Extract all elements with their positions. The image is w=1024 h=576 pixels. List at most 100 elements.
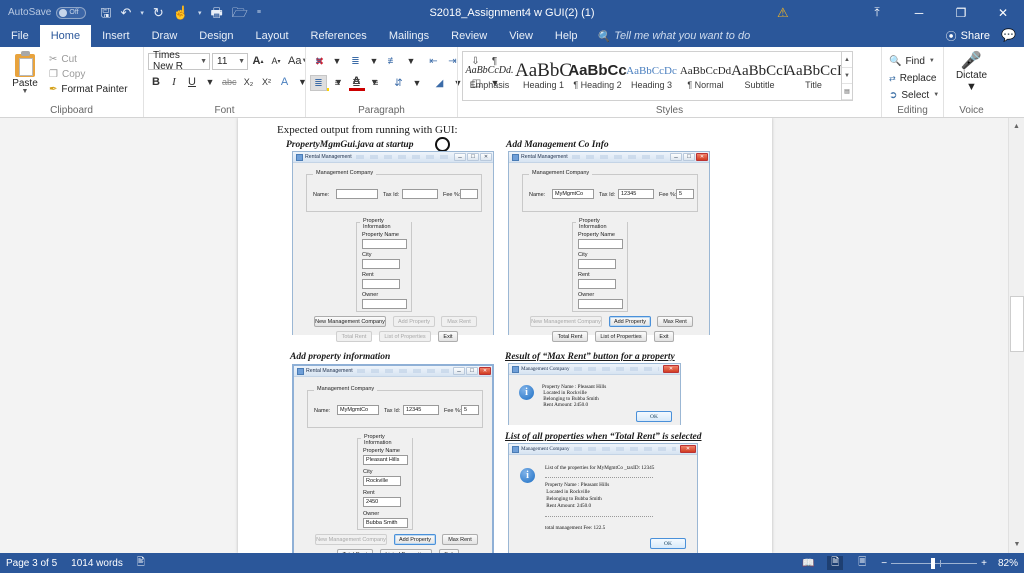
input-mgmt-name[interactable] — [336, 189, 378, 199]
spell-check-icon[interactable]: 🖹 — [137, 555, 145, 572]
shading-icon[interactable]: ◢ — [431, 75, 448, 91]
ribbon-display-options-icon[interactable]: ⤒ — [856, 5, 898, 20]
minimize-icon[interactable]: ⚊ — [453, 367, 465, 375]
save-icon[interactable]: 🖫 — [100, 6, 111, 19]
document-canvas[interactable]: Expected output from running with GUI: P… — [0, 118, 1008, 553]
input-rent[interactable]: 2450 — [363, 497, 401, 507]
shrink-font-button[interactable]: A ▾ — [268, 53, 284, 70]
grow-font-button[interactable]: A ▴ — [250, 53, 266, 70]
copy-button[interactable]: ❐ Copy — [46, 67, 131, 82]
tab-review[interactable]: Review — [440, 25, 498, 47]
zoom-track[interactable] — [891, 557, 978, 569]
style-emphasis[interactable]: AaBbCcDd. Emphasis — [463, 52, 517, 100]
zoom-slider[interactable]: − + — [881, 557, 987, 569]
scrollbar-thumb[interactable] — [1010, 296, 1024, 352]
bold-button[interactable]: B — [148, 74, 164, 91]
button-add-property[interactable]: Add Property — [393, 316, 435, 327]
italic-button[interactable]: I — [166, 74, 182, 91]
tab-references[interactable]: References — [300, 25, 378, 47]
font-size-box[interactable]: 11 ▼ — [212, 52, 248, 70]
button-exit[interactable]: Exit — [438, 331, 458, 342]
undo-dropdown-icon[interactable]: ▾ — [140, 9, 144, 17]
minimize-button[interactable]: ─ — [898, 6, 940, 20]
style-heading-2[interactable]: AaBbCc ¶ Heading 2 — [568, 52, 626, 100]
button-list-of-properties[interactable]: List of Properties — [379, 331, 431, 342]
strikethrough-button[interactable]: abc — [220, 74, 239, 91]
input-property-name[interactable] — [578, 239, 623, 249]
button-new-management-company[interactable]: New Management Company — [315, 534, 387, 545]
close-icon[interactable]: ✕ — [479, 367, 491, 375]
maximize-icon[interactable]: ☐ — [466, 367, 478, 375]
tab-view[interactable]: View — [498, 25, 544, 47]
maximize-icon[interactable]: ☐ — [683, 153, 695, 161]
touch-dropdown-icon[interactable]: ▾ — [198, 9, 202, 17]
close-icon[interactable]: ✕ — [663, 365, 679, 373]
bullets-dropdown-icon[interactable]: ▼ — [329, 53, 345, 70]
close-button[interactable]: ✕ — [982, 6, 1024, 20]
input-owner[interactable] — [578, 299, 623, 309]
minimize-icon[interactable]: ⚊ — [670, 153, 682, 161]
button-total-rent[interactable]: Total Rent — [336, 331, 372, 342]
input-rent[interactable] — [578, 279, 616, 289]
button-total-rent[interactable]: Total Rent — [337, 549, 373, 553]
redo-icon[interactable]: ↻ — [153, 6, 164, 19]
underline-dropdown-icon[interactable]: ▼ — [202, 74, 218, 91]
button-list-of-properties[interactable]: List of Properties — [380, 549, 432, 553]
cut-button[interactable]: ✂ Cut — [46, 52, 131, 67]
tab-insert[interactable]: Insert — [91, 25, 141, 47]
zoom-level[interactable]: 82% — [998, 558, 1018, 569]
swing-window-add-management[interactable]: Rental Management ⚊ ☐ ✕ Management Compa… — [508, 151, 710, 342]
swing-window-add-property[interactable]: Rental Management ⚊ ☐ ✕ Management Compa… — [292, 364, 494, 553]
font-name-box[interactable]: Times New R ▼ — [148, 50, 210, 72]
button-exit[interactable]: Exit — [654, 331, 674, 342]
style-normal[interactable]: AaBbCcDd ¶ Normal — [679, 52, 733, 100]
document-page[interactable]: Expected output from running with GUI: P… — [238, 118, 772, 553]
gallery-more-icon[interactable]: ▤ — [842, 84, 852, 100]
scroll-down-icon[interactable]: ▼ — [1009, 536, 1024, 553]
customize-qat-icon[interactable]: ≡ — [257, 9, 261, 16]
dictate-dropdown-icon[interactable]: ▼ — [966, 81, 977, 93]
style-heading-1[interactable]: AaBbC Heading 1 — [515, 52, 572, 100]
paste-button[interactable]: Paste ▼ — [4, 49, 46, 95]
button-max-rent[interactable]: Max Rent — [657, 316, 693, 327]
share-button[interactable]: ⦿ Share — [946, 25, 990, 47]
underline-button[interactable]: U — [184, 74, 200, 91]
web-layout-icon[interactable]: 🗏 — [854, 556, 870, 570]
align-center-icon[interactable]: ≡ — [329, 75, 346, 91]
print-layout-icon[interactable]: 🗎 — [827, 556, 844, 570]
dialog-ok-button[interactable]: OK — [636, 411, 672, 422]
tell-me-box[interactable]: 🔍 Tell me what you want to do — [589, 25, 751, 47]
style-heading-3[interactable]: AaBbCcDc Heading 3 — [625, 52, 679, 100]
paste-dropdown-icon[interactable]: ▼ — [22, 88, 29, 95]
read-mode-icon[interactable]: 📖 — [800, 556, 816, 570]
button-add-property[interactable]: Add Property — [609, 316, 651, 327]
input-property-name[interactable]: Pleasant Hills — [363, 455, 408, 465]
subscript-button[interactable]: X₂ — [241, 74, 257, 91]
tab-draw[interactable]: Draw — [141, 25, 189, 47]
tab-help[interactable]: Help — [544, 25, 589, 47]
input-owner[interactable] — [362, 299, 407, 309]
close-icon[interactable]: ✕ — [696, 153, 708, 161]
autosave-toggle[interactable]: Off — [56, 6, 87, 19]
style-subtitle[interactable]: AaBbCcI Subtitle — [731, 52, 788, 100]
close-icon[interactable]: ✕ — [680, 445, 696, 453]
tab-home[interactable]: Home — [39, 25, 92, 47]
input-property-name[interactable] — [362, 239, 407, 249]
dialog-ok-button[interactable]: OK — [650, 538, 686, 549]
button-exit[interactable]: Exit — [439, 549, 459, 553]
close-icon[interactable]: ✕ — [480, 153, 492, 161]
format-painter-button[interactable]: ✒ Format Painter — [46, 82, 131, 97]
tab-file[interactable]: File — [0, 25, 40, 47]
replace-button[interactable]: ⇄ Replace — [886, 70, 939, 86]
input-city[interactable] — [362, 259, 400, 269]
multilevel-list-icon[interactable]: ≢ — [384, 53, 401, 69]
decrease-indent-icon[interactable]: ⇤ — [425, 53, 442, 69]
input-city[interactable]: Rockville — [363, 476, 401, 486]
touch-mode-icon[interactable]: ☝ — [173, 6, 189, 19]
font-name-dropdown-icon[interactable]: ▼ — [196, 58, 207, 65]
input-tax-id[interactable]: 12345 — [618, 189, 654, 199]
line-spacing-icon[interactable]: ⇵ — [390, 75, 407, 91]
input-mgmt-name[interactable]: MyMgmtCo — [552, 189, 594, 199]
gallery-scroll-up-icon[interactable]: ▲ — [842, 52, 852, 68]
scroll-up-icon[interactable]: ▲ — [1009, 118, 1024, 135]
